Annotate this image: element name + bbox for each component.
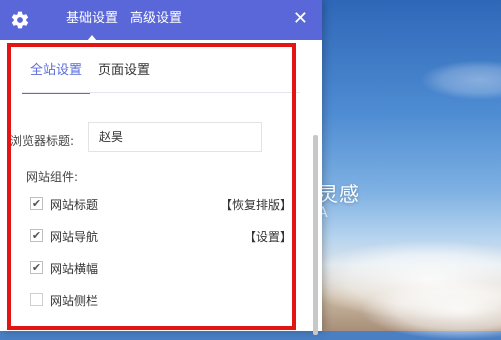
- component-row-sidebar: 网站侧栏: [30, 290, 292, 310]
- component-label: 网站横幅: [50, 262, 99, 276]
- browser-title-input[interactable]: 赵昊: [88, 122, 262, 152]
- nav-settings-link[interactable]: 【设置】: [244, 228, 292, 245]
- check-icon: ✔: [31, 261, 42, 274]
- checkbox-site-banner[interactable]: ✔: [30, 261, 43, 274]
- subtab-site-settings[interactable]: 全站设置: [22, 60, 91, 94]
- component-row-nav: ✔ 网站导航 【设置】: [30, 226, 292, 246]
- tab-basic-settings[interactable]: 基础设置: [66, 0, 118, 41]
- check-icon: ✔: [31, 197, 42, 210]
- gear-icon-svg: [11, 11, 29, 29]
- component-row-banner: ✔ 网站横幅: [30, 258, 292, 278]
- settings-panel: 基础设置 高级设置 ✕ 全站设置 页面设置 浏览器标题: 赵昊 网站组件: ✔ …: [0, 0, 322, 335]
- browser-title-label: 浏览器标题:: [10, 134, 75, 148]
- components-label: 网站组件:: [26, 170, 79, 184]
- component-row-title: ✔ 网站标题 【恢复排版】: [30, 194, 292, 214]
- gear-icon[interactable]: [0, 0, 40, 40]
- tab-advanced-settings[interactable]: 高级设置: [130, 0, 182, 40]
- close-icon[interactable]: ✕: [293, 9, 308, 29]
- component-label: 网站标题: [50, 198, 99, 212]
- panel-scrollbar[interactable]: [313, 135, 318, 335]
- checkbox-site-title[interactable]: ✔: [30, 197, 43, 210]
- panel-header: 基础设置 高级设置 ✕: [0, 0, 322, 41]
- panel-content: 全站设置 页面设置 浏览器标题: 赵昊 网站组件: ✔ 网站标题 【恢复排版】 …: [0, 40, 322, 335]
- subtab-divider: [22, 92, 300, 93]
- subtab-page-settings[interactable]: 页面设置: [90, 60, 158, 92]
- checkbox-site-sidebar[interactable]: [30, 293, 43, 306]
- background-headline: 灵感: [318, 182, 360, 206]
- component-label: 网站导航: [50, 230, 99, 244]
- restore-layout-link[interactable]: 【恢复排版】: [220, 196, 292, 213]
- checkbox-site-nav[interactable]: ✔: [30, 229, 43, 242]
- check-icon: ✔: [31, 229, 42, 242]
- subtab-bar: 全站设置 页面设置: [22, 60, 158, 94]
- component-label: 网站侧栏: [50, 294, 99, 308]
